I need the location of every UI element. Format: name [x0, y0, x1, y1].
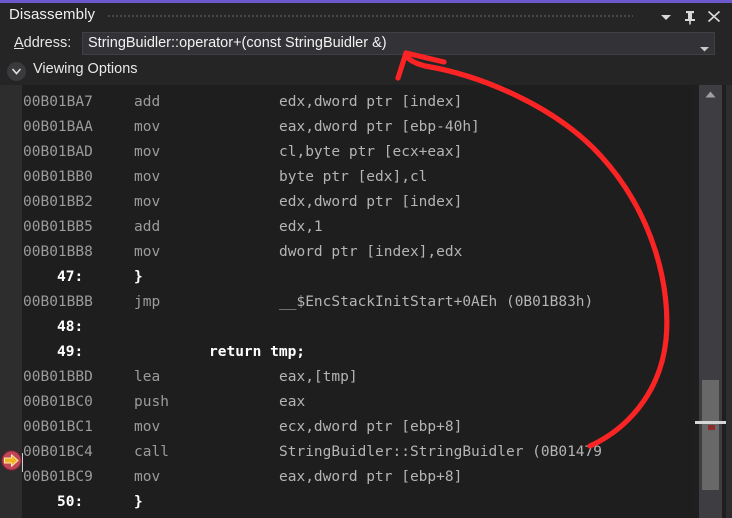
instruction-line[interactable]: 00B01BB2 mov edx,dword ptr [index]: [23, 190, 693, 215]
instruction-line[interactable]: 00B01BB5 add edx,1: [23, 215, 693, 240]
instruction-address: 00B01BB2: [23, 194, 93, 210]
instruction-address: 00B01BAA: [23, 119, 93, 135]
instruction-mnemonic: mov: [134, 144, 161, 160]
source-line[interactable]: 50:}: [23, 490, 693, 515]
instruction-address: 00B01BBB: [23, 294, 93, 310]
instruction-mnemonic: mov: [134, 419, 161, 435]
source-line-number: 48:: [57, 319, 84, 335]
instruction-address: 00B01BC4: [23, 444, 93, 460]
instruction-mnemonic: mov: [134, 119, 161, 135]
breakpoint-gutter[interactable]: [0, 85, 23, 518]
disassembly-line-list: 00B01BA7 add edx,dword ptr [index] 00B01BAA…: [23, 90, 693, 515]
instruction-line[interactable]: 00B01BBB jmp __$EncStackInitStart+0AEh (0B…: [23, 290, 693, 315]
instruction-operands: eax: [279, 394, 306, 410]
window-title: Disassembly: [9, 6, 96, 23]
instruction-mnemonic: lea: [134, 369, 161, 385]
chevron-down-icon[interactable]: [7, 62, 26, 81]
instruction-address: 00B01BB8: [23, 244, 93, 260]
scrollbar-thumb[interactable]: [702, 380, 719, 490]
instruction-operands: byte ptr [edx],cl: [279, 169, 428, 185]
close-icon[interactable]: [703, 6, 725, 27]
source-line-number: 50:: [57, 494, 84, 510]
instruction-operands: edx,1: [279, 219, 323, 235]
instruction-address: 00B01BC1: [23, 419, 93, 435]
scrollbar-current-position-marker: [695, 421, 726, 424]
address-input[interactable]: StringBuidler::operator+(const StringBui…: [88, 35, 387, 51]
instruction-address: 00B01BB0: [23, 169, 93, 185]
instruction-operands: eax,dword ptr [ebp+8]: [279, 469, 463, 485]
instruction-mnemonic: mov: [134, 469, 161, 485]
instruction-address: 00B01BA7: [23, 94, 93, 110]
instruction-line[interactable]: 00B01BAA mov eax,dword ptr [ebp-40h]: [23, 115, 693, 140]
instruction-operands: StringBuidler::StringBuidler (0B01479: [279, 444, 603, 460]
instruction-line[interactable]: 00B01BB8 mov dword ptr [index],edx: [23, 240, 693, 265]
instruction-mnemonic: mov: [134, 194, 161, 210]
instruction-operands: cl,byte ptr [ecx+eax]: [279, 144, 463, 160]
chevron-down-icon[interactable]: [699, 40, 710, 52]
disassembly-code-area[interactable]: 00B01BA7 add edx,dword ptr [index] 00B01BAA…: [0, 85, 732, 518]
address-row: Address: StringBuidler::operator+(const …: [0, 30, 732, 58]
instruction-address: 00B01BB5: [23, 219, 93, 235]
instruction-mnemonic: call: [134, 444, 169, 460]
instruction-mnemonic: push: [134, 394, 169, 410]
instruction-mnemonic: jmp: [134, 294, 161, 310]
source-line-number: 49:: [57, 344, 84, 360]
source-line-number: 47:: [57, 269, 84, 285]
instruction-operands: eax,[tmp]: [279, 369, 358, 385]
address-label: Address:: [14, 35, 72, 51]
source-line[interactable]: 49: return tmp;: [23, 340, 693, 365]
source-line[interactable]: 47:}: [23, 265, 693, 290]
instruction-operands: eax,dword ptr [ebp-40h]: [279, 119, 480, 135]
instruction-operands: ecx,dword ptr [ebp+8]: [279, 419, 463, 435]
instruction-operands: edx,dword ptr [index]: [279, 94, 463, 110]
instruction-operands: dword ptr [index],edx: [279, 244, 463, 260]
scrollbar-change-marker: [708, 425, 715, 430]
instruction-line[interactable]: 00B01BAD mov cl,byte ptr [ecx+eax]: [23, 140, 693, 165]
disassembly-window: Disassembly Address: StringBuidler::oper…: [0, 0, 732, 518]
instruction-operands: edx,dword ptr [index]: [279, 194, 463, 210]
chevron-down-icon[interactable]: [655, 6, 677, 27]
instruction-line[interactable]: 00B01BC1 mov ecx,dword ptr [ebp+8]: [23, 415, 693, 440]
address-combobox[interactable]: StringBuidler::operator+(const StringBui…: [82, 32, 715, 55]
pin-icon[interactable]: [679, 6, 701, 27]
scrollbar-right-edge: [726, 85, 732, 518]
instruction-mnemonic: add: [134, 94, 161, 110]
viewing-options-label: Viewing Options: [33, 61, 138, 77]
instruction-address: 00B01BC9: [23, 469, 93, 485]
window-titlebar: Disassembly: [0, 3, 732, 30]
instruction-line[interactable]: 00B01BC9 mov eax,dword ptr [ebp+8]: [23, 465, 693, 490]
instruction-line[interactable]: 00B01BC4 call StringBuidler::StringBuidler…: [23, 440, 693, 465]
viewing-options-toggle[interactable]: Viewing Options: [0, 58, 732, 85]
titlebar-drag-dots[interactable]: [108, 15, 633, 19]
source-line-text: }: [134, 494, 143, 510]
instruction-address: 00B01BAD: [23, 144, 93, 160]
source-line-text: return tmp;: [209, 344, 306, 360]
instruction-address: 00B01BBD: [23, 369, 93, 385]
instruction-address: 00B01BC0: [23, 394, 93, 410]
source-line-text: }: [134, 269, 143, 285]
triangle-up-icon[interactable]: [699, 85, 722, 103]
instruction-mnemonic: add: [134, 219, 161, 235]
instruction-line[interactable]: 00B01BA7 add edx,dword ptr [index]: [23, 90, 693, 115]
instruction-mnemonic: mov: [134, 169, 161, 185]
instruction-line[interactable]: 00B01BBD lea eax,[tmp]: [23, 365, 693, 390]
instruction-mnemonic: mov: [134, 244, 161, 260]
instruction-line[interactable]: 00B01BC0 push eax: [23, 390, 693, 415]
source-line[interactable]: 48:: [23, 315, 693, 340]
vertical-scrollbar[interactable]: [693, 85, 732, 518]
instruction-line[interactable]: 00B01BB0 mov byte ptr [edx],cl: [23, 165, 693, 190]
instruction-operands: __$EncStackInitStart+0AEh (0B01B83h): [279, 294, 594, 310]
